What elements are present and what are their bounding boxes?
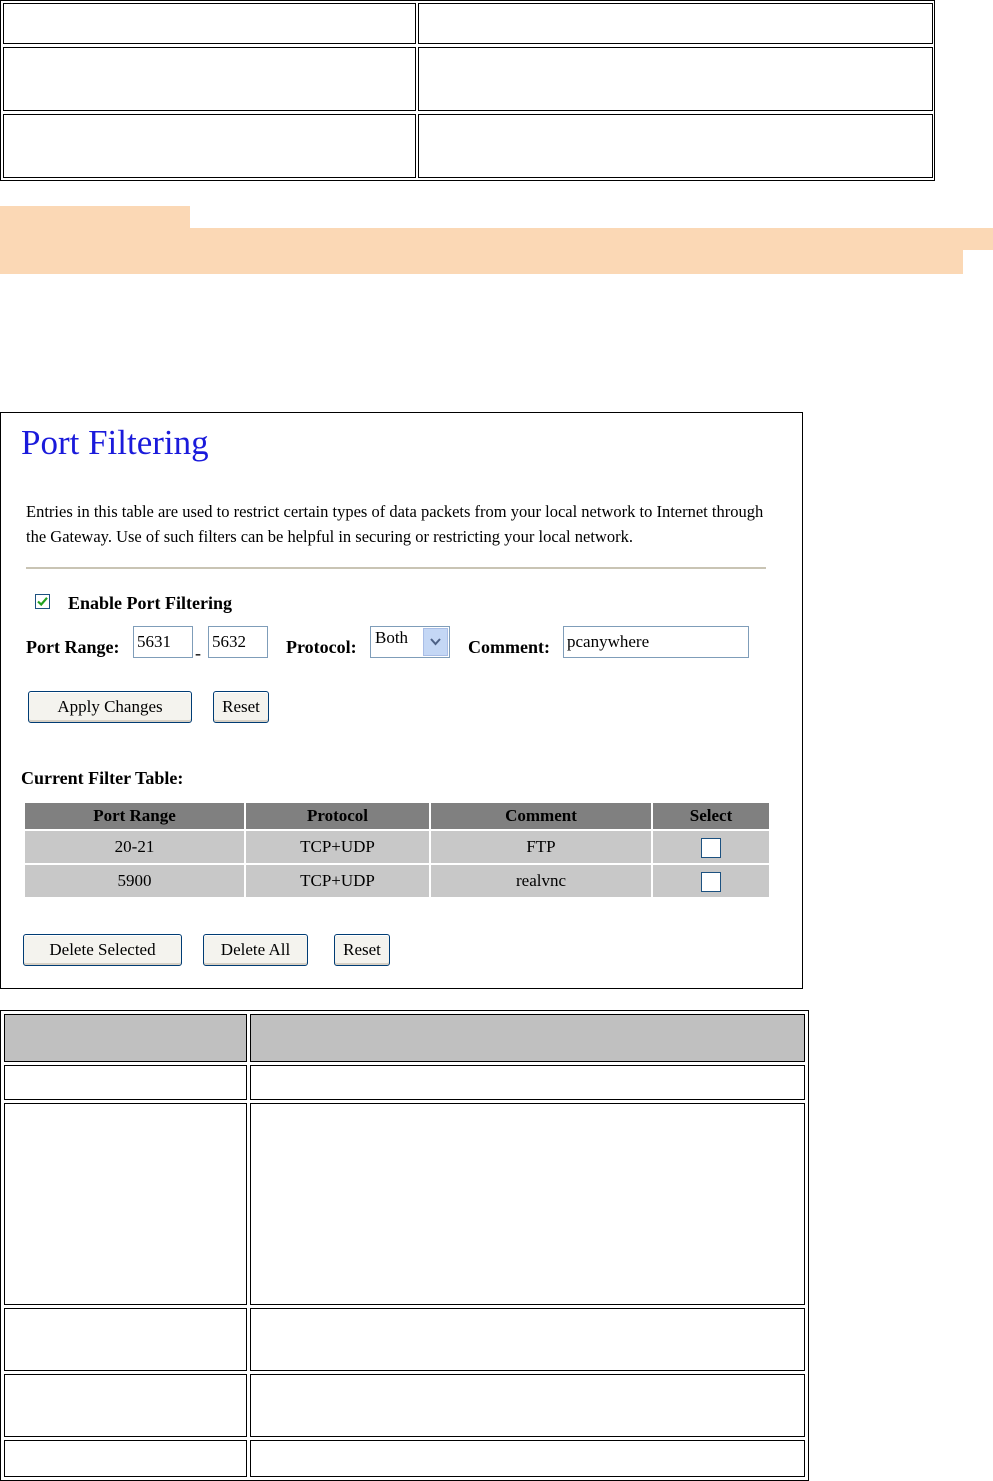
delete-all-button[interactable]: Delete All: [203, 934, 308, 966]
divider: [26, 567, 766, 569]
current-filter-table-label: Current Filter Table:: [21, 768, 184, 788]
protocol-selected-value: Both: [375, 628, 409, 647]
table-row: 5900 TCP+UDP realvnc: [25, 865, 769, 897]
filter-table: Port Range Protocol Comment Select 20-21…: [23, 801, 771, 899]
top-table-cell: [3, 47, 416, 111]
delete-selected-button[interactable]: Delete Selected: [23, 934, 182, 966]
column-header-port-range: Port Range: [25, 803, 244, 829]
top-table-cell: [3, 114, 416, 178]
row-select-checkbox[interactable]: [701, 837, 721, 858]
bottom-table-header-cell: [250, 1014, 805, 1062]
highlight-band: [0, 248, 963, 274]
row-select-checkbox[interactable]: [701, 871, 721, 892]
bottom-table-cell: [4, 1374, 247, 1437]
bottom-table-header-cell: [4, 1014, 247, 1062]
cell-comment: FTP: [431, 831, 651, 863]
highlight-band: [0, 206, 190, 230]
bottom-table: [0, 1010, 809, 1481]
cell-port-range: 5900: [25, 865, 244, 897]
page-description: Entries in this table are used to restri…: [26, 502, 764, 546]
column-header-protocol: Protocol: [246, 803, 429, 829]
bottom-table-cell: [250, 1308, 805, 1371]
top-table-cell: [418, 3, 933, 44]
highlight-band: [0, 228, 993, 250]
reset-button[interactable]: Reset: [213, 691, 269, 723]
cell-protocol: TCP+UDP: [246, 865, 429, 897]
cell-select: [653, 831, 769, 863]
bottom-table-cell: [4, 1440, 247, 1477]
check-icon: [37, 597, 48, 607]
column-header-select: Select: [653, 803, 769, 829]
table-row: 20-21 TCP+UDP FTP: [25, 831, 769, 863]
protocol-select[interactable]: Both: [370, 626, 450, 658]
top-table-cell: [418, 47, 933, 111]
cell-port-range: 20-21: [25, 831, 244, 863]
cell-select: [653, 865, 769, 897]
cell-comment: realvnc: [431, 865, 651, 897]
bottom-table-cell: [4, 1065, 247, 1100]
enable-port-filtering-label: Enable Port Filtering: [68, 593, 232, 613]
bottom-table-cell: [4, 1308, 247, 1371]
port-filtering-panel: Port Filtering Entries in this table are…: [0, 412, 803, 989]
comment-label: Comment:: [468, 637, 550, 657]
column-header-comment: Comment: [431, 803, 651, 829]
comment-input[interactable]: [563, 626, 749, 658]
port-to-input[interactable]: [208, 626, 268, 658]
bottom-table-cell: [4, 1103, 247, 1305]
enable-port-filtering-checkbox[interactable]: [35, 594, 50, 609]
bottom-table-cell: [250, 1065, 805, 1100]
bottom-table-cell: [250, 1103, 805, 1305]
port-range-separator: -: [195, 643, 201, 663]
chevron-down-icon: [430, 638, 441, 646]
bottom-table-cell: [250, 1440, 805, 1477]
page-title: Port Filtering: [21, 423, 209, 462]
cell-protocol: TCP+UDP: [246, 831, 429, 863]
reset-table-button[interactable]: Reset: [334, 934, 390, 966]
top-table: [0, 0, 935, 181]
port-from-input[interactable]: [133, 626, 193, 658]
dropdown-arrow-button[interactable]: [423, 628, 448, 656]
apply-changes-button[interactable]: Apply Changes: [28, 691, 192, 723]
top-table-cell: [418, 114, 933, 178]
table-header-row: Port Range Protocol Comment Select: [25, 803, 769, 829]
bottom-table-cell: [250, 1374, 805, 1437]
top-table-cell: [3, 3, 416, 44]
protocol-label: Protocol:: [286, 637, 357, 657]
port-range-label: Port Range:: [26, 637, 120, 657]
